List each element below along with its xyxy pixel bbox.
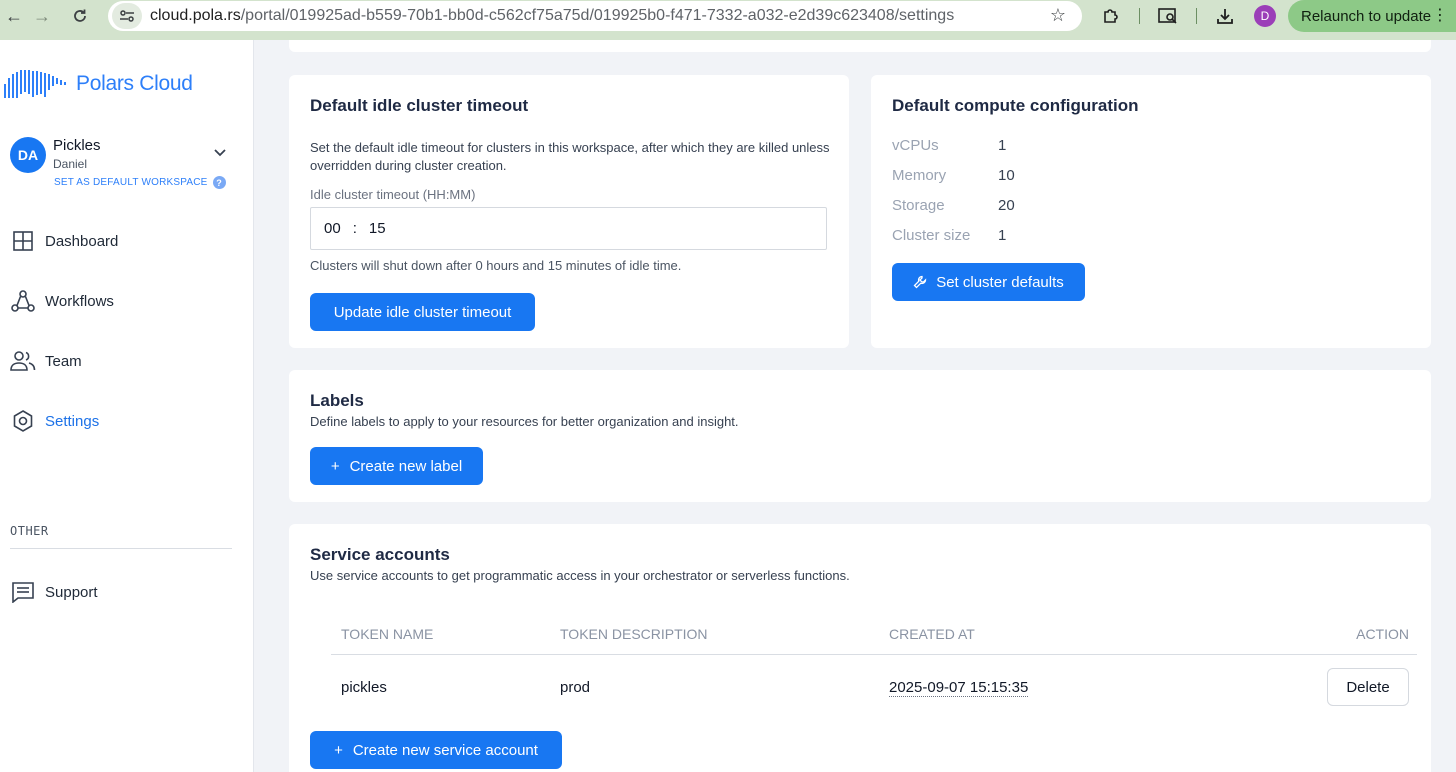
relaunch-button[interactable]: Relaunch to update ⋮ <box>1288 0 1456 32</box>
created-at-value: 2025-09-07 15:15:35 <box>889 678 1029 697</box>
workspace-avatar: DA <box>10 137 46 173</box>
sidebar-item-label: Support <box>45 583 98 601</box>
timeout-hint: Clusters will shut down after 0 hours an… <box>310 258 682 273</box>
toolbar-divider <box>1139 8 1140 24</box>
section-label-other: OTHER <box>10 524 49 538</box>
settings-icon <box>10 408 36 434</box>
set-default-workspace-link[interactable]: SET AS DEFAULT WORKSPACE ? <box>54 176 226 189</box>
tab-search-icon[interactable] <box>1157 5 1179 27</box>
sidebar-item-dashboard[interactable]: Dashboard <box>10 226 240 256</box>
workspace-user: Daniel <box>53 157 88 171</box>
workspace-selector[interactable]: DA Pickles Daniel SET AS DEFAULT WORKSPA… <box>10 136 236 196</box>
button-label: Set cluster defaults <box>936 273 1064 291</box>
card-title: Default idle cluster timeout <box>310 96 529 115</box>
create-new-label-button[interactable]: + Create new label <box>310 447 483 485</box>
divider <box>10 548 232 549</box>
card-description: Set the default idle timeout for cluster… <box>310 140 830 173</box>
support-chat-icon <box>10 579 36 605</box>
create-service-account-button[interactable]: + Create new service account <box>310 731 562 769</box>
button-label: Create new label <box>349 457 463 475</box>
timeout-field-label: Idle cluster timeout (HH:MM) <box>310 187 476 202</box>
plus-icon: + <box>330 457 340 475</box>
time-separator: : <box>352 220 357 237</box>
config-row-vcpus: vCPUs 1 <box>892 136 1007 154</box>
sidebar: Polars Cloud DA Pickles Daniel SET AS DE… <box>0 40 254 772</box>
bookmark-star-icon[interactable]: ☆ <box>1050 5 1066 26</box>
sidebar-item-support[interactable]: Support <box>10 577 240 607</box>
card-description: Define labels to apply to your resources… <box>310 414 739 429</box>
card-title: Labels <box>310 391 364 410</box>
address-bar[interactable]: cloud.pola.rs/portal/019925ad-b559-70b1-… <box>108 1 1082 31</box>
created-at-cell: 2025-09-07 15:15:35 <box>879 654 1261 720</box>
sidebar-item-label: Workflows <box>45 292 114 310</box>
column-header: ACTION <box>1261 614 1417 655</box>
idle-timeout-input[interactable]: 00 : 15 <box>310 207 827 250</box>
service-accounts-table: TOKEN NAME TOKEN DESCRIPTION CREATED AT … <box>331 614 1417 720</box>
site-info-icon[interactable] <box>112 3 142 29</box>
polar-bear-logo-icon <box>4 70 66 98</box>
compute-config-card: Default compute configuration vCPUs 1 Mem… <box>871 75 1431 348</box>
table-header-row: TOKEN NAME TOKEN DESCRIPTION CREATED AT … <box>331 614 1417 655</box>
token-description-cell: prod <box>560 678 591 696</box>
config-row-cluster-size: Cluster size 1 <box>892 226 1007 244</box>
update-idle-timeout-button[interactable]: Update idle cluster timeout <box>310 293 535 331</box>
team-icon <box>10 348 36 374</box>
plus-icon: + <box>334 741 343 759</box>
wrench-icon <box>913 275 927 289</box>
delete-button[interactable]: Delete <box>1327 668 1409 707</box>
workflows-icon <box>10 288 36 314</box>
action-cell: Delete <box>1261 654 1417 720</box>
sidebar-item-label: Dashboard <box>45 232 119 250</box>
card-title: Default compute configuration <box>892 96 1139 115</box>
extensions-icon[interactable] <box>1100 5 1122 27</box>
help-icon[interactable]: ? <box>212 176 226 189</box>
download-icon[interactable] <box>1214 5 1236 27</box>
card-title: Service accounts <box>310 545 450 564</box>
sidebar-item-team[interactable]: Team <box>10 346 240 376</box>
config-row-storage: Storage 20 <box>892 196 1015 214</box>
profile-avatar[interactable]: D <box>1254 5 1276 27</box>
column-header: TOKEN DESCRIPTION <box>550 614 879 655</box>
sidebar-item-label: Team <box>45 352 82 370</box>
sidebar-item-settings[interactable]: Settings <box>10 406 240 436</box>
url-text: cloud.pola.rs/portal/019925ad-b559-70b1-… <box>150 7 955 24</box>
main-content: Default idle cluster timeout Set the def… <box>255 40 1456 772</box>
minutes-field[interactable]: 15 <box>369 220 386 237</box>
card-description: Use service accounts to get programmatic… <box>310 568 850 583</box>
kebab-menu-icon[interactable]: ⋮ <box>1432 5 1448 25</box>
hours-field[interactable]: 00 <box>324 220 341 237</box>
column-header: TOKEN NAME <box>331 614 550 655</box>
labels-card: Labels Define labels to apply to your re… <box>289 370 1431 502</box>
column-header: CREATED AT <box>879 614 1261 655</box>
dashboard-icon <box>10 228 36 254</box>
token-name-cell: pickles <box>341 678 387 696</box>
forward-icon[interactable]: → <box>28 2 56 30</box>
polars-cloud-logo[interactable]: Polars Cloud <box>4 68 193 100</box>
previous-card <box>289 40 1431 52</box>
chevron-down-icon[interactable] <box>214 145 226 160</box>
idle-timeout-card: Default idle cluster timeout Set the def… <box>289 75 849 348</box>
toolbar-divider <box>1196 8 1197 24</box>
reload-icon[interactable] <box>66 2 94 30</box>
table-row: pickles prod 2025-09-07 15:15:35 Delete <box>331 654 1417 720</box>
relaunch-label: Relaunch to update <box>1301 7 1432 25</box>
button-label: Create new service account <box>352 741 538 759</box>
logo-text: Polars Cloud <box>76 72 193 95</box>
sidebar-item-workflows[interactable]: Workflows <box>10 286 240 316</box>
set-cluster-defaults-button[interactable]: Set cluster defaults <box>892 263 1085 301</box>
back-icon[interactable]: ← <box>0 2 28 30</box>
workspace-name: Pickles <box>53 137 101 154</box>
service-accounts-card: Service accounts Use service accounts to… <box>289 524 1431 772</box>
sidebar-item-label: Settings <box>45 412 100 430</box>
config-row-memory: Memory 10 <box>892 166 1015 184</box>
set-default-label: SET AS DEFAULT WORKSPACE <box>54 177 208 188</box>
browser-toolbar: ← → cloud.pola.rs/portal/019925ad-b559-7… <box>0 0 1456 40</box>
